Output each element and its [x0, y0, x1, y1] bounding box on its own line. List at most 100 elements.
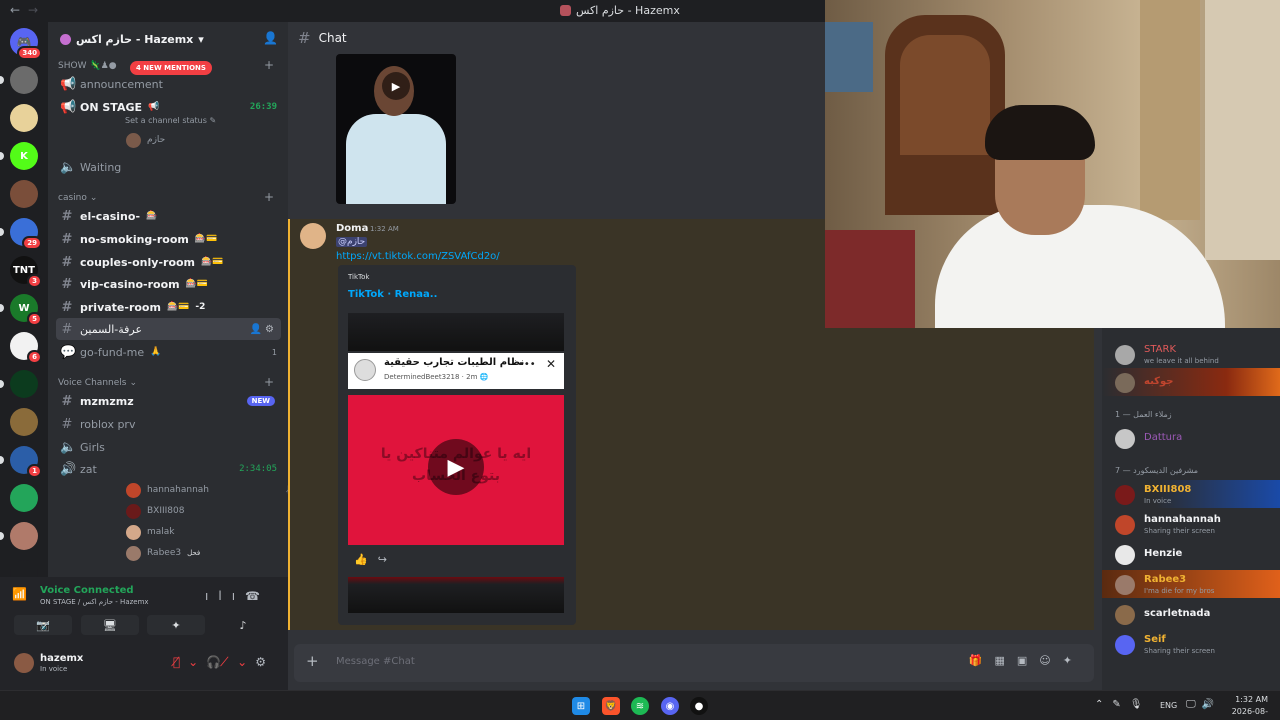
channel-el-casino[interactable]: # el-casino- 🎰	[56, 205, 281, 227]
streamer-hair	[985, 105, 1095, 160]
voice-user[interactable]: BXIII808🎙̸	[126, 501, 288, 521]
channel-vip[interactable]: # vip-casino-room 🎰💳	[56, 273, 281, 295]
server-icon[interactable]: K	[10, 142, 38, 170]
channel-no-smoking[interactable]: # no-smoking-room 🎰💳	[56, 228, 281, 250]
play-icon[interactable]: ▶	[428, 439, 484, 495]
forward-arrow-icon[interactable]: →	[28, 3, 38, 17]
server-icon[interactable]	[10, 370, 38, 398]
avatar[interactable]	[14, 653, 34, 673]
channel-announcement[interactable]: 📢 announcement	[56, 73, 281, 95]
server-icon[interactable]: W5	[10, 294, 42, 326]
video-attachment[interactable]: ▶	[336, 54, 456, 204]
activities-button[interactable]: ✦	[147, 615, 205, 635]
channel-waiting[interactable]: 🔈 Waiting	[56, 156, 281, 178]
channel-zat[interactable]: 🔊 zat 2:34:05	[56, 458, 281, 480]
member-item[interactable]: Henzie	[1102, 540, 1280, 568]
composer-tools[interactable]: 🎁▦▣☺✦	[969, 654, 1084, 667]
server-icon[interactable]: 6	[10, 332, 42, 364]
obs-icon[interactable]: ●	[690, 697, 708, 715]
share-icon[interactable]: ↪	[378, 553, 397, 566]
avatar[interactable]	[300, 223, 326, 249]
chevron-up-icon[interactable]: ⌃	[1095, 699, 1112, 710]
channel-private[interactable]: # private-room 🎰💳 -2	[56, 296, 281, 318]
create-channel-icon[interactable]: +	[264, 375, 274, 389]
gear-icon[interactable]: ⚙	[255, 655, 274, 669]
network-volume-icons[interactable]: 🖵🔊	[1186, 699, 1220, 710]
invite-people-icon[interactable]: 👤	[263, 31, 278, 45]
server-icon[interactable]: TNT 3	[10, 256, 42, 288]
server-icon[interactable]: 🎮 340	[10, 28, 42, 60]
play-icon[interactable]: ▶	[382, 72, 410, 100]
embed-actions[interactable]: 👍↪	[354, 553, 397, 566]
message-composer[interactable]: + Message #Chat 🎁▦▣☺✦	[294, 644, 1094, 682]
voice-actions[interactable]: ılı☎	[205, 589, 270, 603]
voice-connected-label[interactable]: Voice Connected	[40, 585, 134, 596]
server-icon[interactable]	[10, 104, 38, 132]
stage-on-stage[interactable]: 📢 ON STAGE 📢 26:39	[56, 96, 281, 118]
message-link[interactable]: https://vt.tiktok.com/ZSVAfCd2o/	[336, 251, 500, 262]
server-icon[interactable]	[10, 484, 38, 512]
pen-icon[interactable]: ✎	[1112, 699, 1129, 710]
attach-plus-icon[interactable]: +	[306, 652, 319, 670]
member-item[interactable]: جوكبه	[1102, 368, 1280, 396]
close-icon[interactable]: ✕	[546, 357, 556, 371]
mute-icon[interactable]: 🎙̸⌄	[173, 655, 206, 669]
brave-browser-icon[interactable]: 🦁	[602, 697, 620, 715]
windows-start-icon[interactable]: ⊞	[572, 697, 590, 715]
more-icon[interactable]: •••	[518, 359, 536, 370]
channel-girls[interactable]: 🔈 Girls	[56, 436, 281, 458]
member-item[interactable]: BXIII808 In voice	[1102, 480, 1280, 508]
server-icon[interactable]	[10, 66, 38, 94]
member-name: Henzie	[1144, 548, 1183, 559]
channel-couples[interactable]: # couples-only-room 🎰💳	[56, 251, 281, 273]
mic-icon[interactable]: 🎙	[1130, 699, 1152, 710]
voice-location[interactable]: ON STAGE / حازم اكس - Hazemx	[40, 598, 149, 606]
input-language[interactable]: ENG	[1160, 701, 1177, 710]
member-item[interactable]: hannahannah Sharing their screen	[1102, 510, 1280, 538]
server-icon[interactable]	[10, 408, 38, 436]
create-channel-icon[interactable]: +	[264, 190, 274, 204]
message-input[interactable]: Message #Chat	[336, 656, 415, 667]
server-icon[interactable]: 1	[10, 446, 42, 478]
room-poster	[825, 22, 873, 92]
channel-arabic-room[interactable]: # عرفة-السمين 👤⚙	[56, 318, 281, 340]
user-name[interactable]: hazemx	[40, 653, 83, 664]
server-icon[interactable]: 29	[10, 218, 42, 250]
discord-icon[interactable]: ◉	[661, 697, 679, 715]
category-show[interactable]: SHOW 🦎♟●	[58, 61, 117, 71]
system-tray[interactable]: ⌃✎🎙	[1095, 699, 1151, 710]
voice-user[interactable]: Rabee3فحل🎙̸	[126, 543, 288, 563]
server-icon[interactable]	[10, 180, 38, 208]
channel-status[interactable]: Set a channel status ✎	[125, 116, 216, 125]
camera-off-button[interactable]: 📷̸	[14, 615, 72, 635]
back-arrow-icon[interactable]: ←	[10, 3, 20, 17]
server-icon[interactable]	[10, 522, 38, 550]
user-controls[interactable]: 🎙̸⌄🎧̸⌄⚙	[173, 655, 274, 669]
category-casino[interactable]: casino ⌄	[58, 193, 97, 203]
voice-user[interactable]: hannahannah🎙̸LIVE	[126, 480, 288, 500]
thumbs-up-icon[interactable]: 👍	[354, 553, 378, 566]
member-item[interactable]: STARK we leave it all behind	[1102, 340, 1280, 368]
screen-share-button[interactable]: 🖥	[81, 615, 139, 635]
channel-settings-icons[interactable]: 👤⚙	[250, 324, 277, 335]
create-channel-icon[interactable]: +	[264, 58, 274, 72]
member-item[interactable]: scarletnada	[1102, 600, 1280, 628]
guild-header[interactable]: حازم اكس - Hazemx ▾ 👤	[48, 22, 288, 56]
channel-roblox[interactable]: # roblox prv	[56, 413, 281, 435]
voice-user[interactable]: malak🎙̸	[126, 522, 288, 542]
deafen-icon[interactable]: 🎧̸⌄	[206, 655, 255, 669]
embed-title[interactable]: TikTok · Renaa..	[348, 289, 437, 300]
channel-go-fund-me[interactable]: 💬 go-fund-me 🙏 1	[56, 341, 281, 363]
category-voice[interactable]: Voice Channels ⌄	[58, 378, 137, 388]
soundboard-button[interactable]: ♪	[214, 615, 272, 635]
member-item[interactable]: Rabee3 I'ma die for my bros	[1102, 570, 1280, 598]
user-mention[interactable]: @حازم	[336, 237, 368, 247]
member-item[interactable]: Dattura	[1102, 424, 1280, 452]
embed-video[interactable]: ايه يا عوالم متناكين يا بتوع الحساب ▶	[348, 395, 564, 545]
spotify-icon[interactable]: ≋	[631, 697, 649, 715]
channel-mzmzmz[interactable]: # mzmzmz NEW	[56, 390, 281, 412]
member-item[interactable]: Seif Sharing their screen	[1102, 630, 1280, 658]
message-author[interactable]: Doma	[336, 223, 368, 234]
stage-user[interactable]: حازم 🎙̸ 🎧̸	[126, 130, 288, 150]
clock[interactable]: 1:32 AM 2026-08-20	[1222, 694, 1268, 720]
